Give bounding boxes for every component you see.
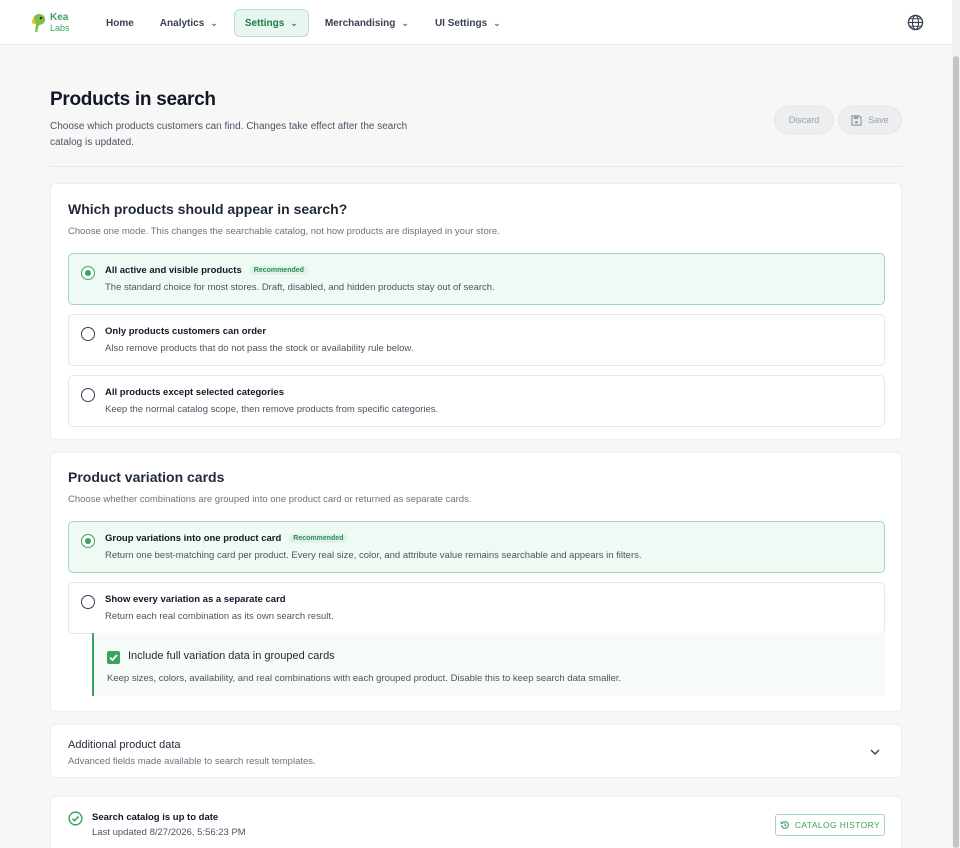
logo-text-labs: Labs <box>50 23 70 33</box>
additional-data-title: Additional product data <box>68 739 181 751</box>
radio-selected[interactable] <box>81 534 95 548</box>
header-divider <box>50 166 902 167</box>
include-full-variation-data: Include full variation data in grouped c… <box>92 633 885 696</box>
check-circle-icon <box>68 811 83 826</box>
nav-label: Analytics <box>159 17 205 29</box>
option-description: Return one best-matching card per produc… <box>105 550 642 561</box>
option-description: Return each real combination as its own … <box>105 611 334 622</box>
chevron-down-icon[interactable] <box>869 746 881 758</box>
checkmark-icon <box>109 654 118 662</box>
chevron-down-icon: ⌄ <box>493 17 501 28</box>
search-scope-title: Which products should appear in search? <box>68 201 348 217</box>
scrollbar-thumb[interactable] <box>953 56 959 848</box>
nav-item-merchandising[interactable]: Merchandising ⌄ <box>315 9 419 37</box>
additional-product-data-card[interactable]: Additional product data Advanced fields … <box>50 724 902 778</box>
save-button[interactable]: Save <box>838 106 902 134</box>
recommended-badge: Recommended <box>249 266 308 275</box>
parrot-logo-icon <box>31 14 46 32</box>
catalog-status-title: Search catalog is up to date <box>92 812 219 823</box>
main-nav: Home Analytics ⌄ Settings ⌄ Merchandising ⌄… <box>96 9 517 37</box>
option-description: Also remove products that do not pass th… <box>105 343 414 354</box>
catalog-history-button[interactable]: CATALOG HISTORY <box>775 814 885 836</box>
nav-label: Merchandising <box>324 17 396 29</box>
nav-label: Settings <box>244 17 285 29</box>
nav-item-ui-settings[interactable]: UI Settings ⌄ <box>425 9 511 37</box>
catalog-history-label: CATALOG HISTORY <box>794 820 881 830</box>
include-full-variation-checkbox[interactable] <box>107 651 120 664</box>
scope-option-except-categories[interactable]: All products except selected categories … <box>68 375 885 427</box>
radio-unselected[interactable] <box>81 595 95 609</box>
page-scrollbar[interactable] <box>952 0 960 848</box>
page-title: Products in search <box>50 89 216 110</box>
variation-cards-title: Product variation cards <box>68 469 225 485</box>
nav-item-analytics[interactable]: Analytics ⌄ <box>150 9 228 37</box>
include-full-variation-description: Keep sizes, colors, availability, and re… <box>107 673 622 684</box>
search-scope-card: Which products should appear in search? … <box>50 183 902 440</box>
catalog-status-card: Search catalog is up to date Last update… <box>50 796 902 848</box>
scope-option-all-active[interactable]: All active and visible products Recommend… <box>68 253 885 305</box>
variation-cards-description: Choose whether combinations are grouped … <box>68 494 472 505</box>
floppy-disk-icon <box>851 114 862 126</box>
discard-label: Discard <box>788 115 820 125</box>
kea-labs-logo[interactable]: Kea Labs <box>31 11 75 35</box>
page-description: Choose which products customers can find… <box>50 121 408 148</box>
option-label: Only products customers can order <box>105 326 267 337</box>
option-label: All active and visible products <box>105 265 242 276</box>
option-label: All products except selected categories <box>105 387 284 398</box>
globe-icon[interactable] <box>907 14 924 31</box>
chevron-down-icon: ⌄ <box>210 17 218 28</box>
variation-cards-card: Product variation cards Choose whether c… <box>50 452 902 712</box>
option-label: Show every variation as a separate card <box>105 594 286 605</box>
option-description: Keep the normal catalog scope, then remo… <box>105 404 439 415</box>
scope-option-orderable[interactable]: Only products customers can order Also r… <box>68 314 885 366</box>
nav-label: Home <box>106 17 134 29</box>
variation-option-group[interactable]: Group variations into one product card Re… <box>68 521 885 573</box>
chevron-down-icon: ⌄ <box>401 17 409 28</box>
include-full-variation-label[interactable]: Include full variation data in grouped c… <box>128 650 335 662</box>
search-scope-description: Choose one mode. This changes the search… <box>68 226 500 237</box>
radio-unselected[interactable] <box>81 388 95 402</box>
additional-data-description: Advanced fields made available to search… <box>68 756 316 767</box>
variation-option-separate[interactable]: Show every variation as a separate card … <box>68 582 885 634</box>
save-label: Save <box>868 115 889 125</box>
catalog-last-updated: Last updated 8/27/2026, 5:56:23 PM <box>92 827 246 838</box>
option-description: The standard choice for most stores. Dra… <box>105 282 495 293</box>
radio-unselected[interactable] <box>81 327 95 341</box>
nav-label: UI Settings <box>434 17 488 29</box>
logo-text-kea: Kea <box>50 12 69 23</box>
top-navigation-bar: Kea Labs Home Analytics ⌄ Settings ⌄ Mercha… <box>0 0 952 45</box>
chevron-down-icon: ⌄ <box>290 17 298 28</box>
nav-item-settings[interactable]: Settings ⌄ <box>233 9 309 37</box>
nav-item-home[interactable]: Home <box>96 9 144 37</box>
radio-selected[interactable] <box>81 266 95 280</box>
option-label: Group variations into one product card <box>105 533 282 544</box>
discard-button[interactable]: Discard <box>774 106 834 134</box>
recommended-badge: Recommended <box>289 534 348 543</box>
history-icon <box>780 821 789 829</box>
